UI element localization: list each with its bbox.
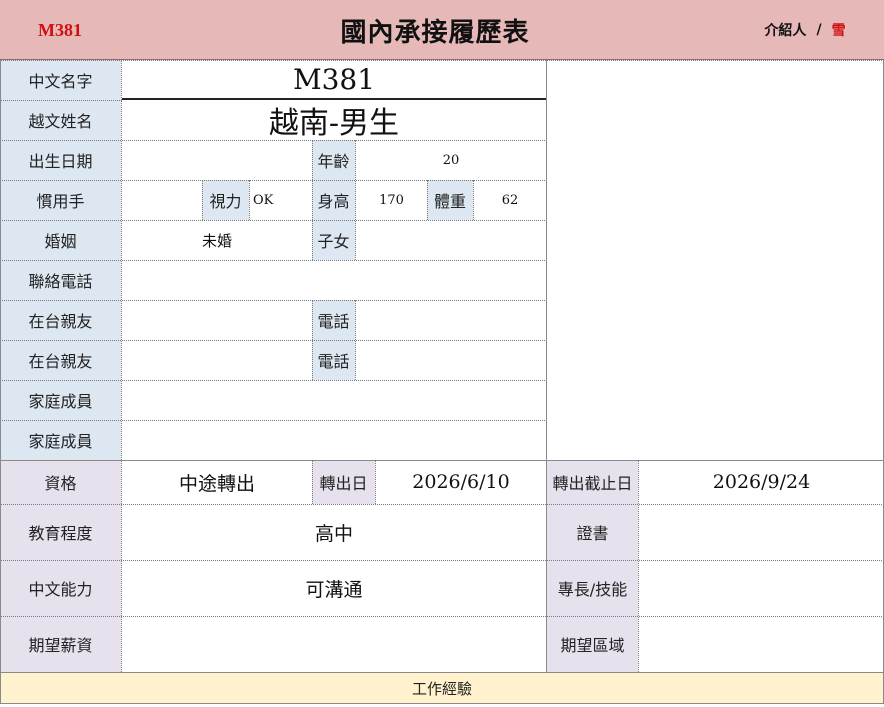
marriage-label: 婚姻 bbox=[0, 220, 121, 260]
age-label: 年齡 bbox=[312, 140, 355, 180]
grid-line bbox=[0, 220, 547, 221]
weight-value: 62 bbox=[501, 192, 519, 208]
qualification-value: 中途轉出 bbox=[178, 472, 255, 495]
grid-line bbox=[0, 460, 884, 461]
grid-line bbox=[0, 420, 547, 421]
phone-label: 聯絡電話 bbox=[0, 260, 121, 300]
chinese-name-label: 中文名字 bbox=[0, 60, 121, 100]
work-experience-header: 工作經驗 bbox=[0, 673, 884, 703]
children-label: 子女 bbox=[312, 220, 355, 260]
education-label: 教育程度 bbox=[0, 504, 121, 560]
grid-line bbox=[312, 180, 313, 260]
deadline-value: 2026/9/24 bbox=[712, 471, 811, 493]
grid-line bbox=[122, 98, 546, 100]
qualification-label: 資格 bbox=[0, 460, 121, 504]
deadline-label: 轉出截止日 bbox=[547, 460, 638, 504]
birth-label: 出生日期 bbox=[0, 140, 121, 180]
height-label: 身高 bbox=[312, 180, 355, 220]
grid-line bbox=[0, 703, 884, 704]
photo-area bbox=[547, 60, 884, 460]
introducer-label: 介紹人 bbox=[764, 23, 807, 39]
salary-value bbox=[122, 616, 546, 672]
weight-label: 體重 bbox=[427, 180, 473, 220]
chinese-name-value: M381 bbox=[292, 62, 376, 96]
relative1-phone-label: 電話 bbox=[312, 300, 355, 340]
relative2-phone-label: 電話 bbox=[312, 340, 355, 380]
grid-line bbox=[0, 300, 547, 301]
skill-value bbox=[639, 560, 884, 616]
grid-line bbox=[473, 180, 474, 220]
grid-line bbox=[0, 380, 547, 381]
region-label: 期望區域 bbox=[547, 616, 638, 672]
grid-line bbox=[0, 100, 122, 101]
grid-line bbox=[0, 560, 884, 561]
grid-line bbox=[0, 140, 547, 141]
grid-line bbox=[0, 60, 1, 704]
grid-line bbox=[202, 180, 203, 220]
language-value: 可溝通 bbox=[305, 578, 363, 601]
grid-line bbox=[0, 60, 884, 61]
relative2-label: 在台親友 bbox=[0, 340, 121, 380]
introducer-separator: / bbox=[816, 22, 822, 38]
vision-label: 視力 bbox=[202, 180, 249, 220]
cert-value bbox=[639, 504, 884, 560]
hand-value bbox=[122, 180, 202, 220]
resume-code: M381 bbox=[38, 19, 82, 40]
family2-label: 家庭成員 bbox=[0, 420, 121, 460]
grid-line bbox=[0, 340, 547, 341]
grid-line bbox=[546, 60, 547, 672]
grid-line bbox=[355, 300, 356, 380]
grid-line bbox=[312, 460, 313, 504]
marriage-value: 未婚 bbox=[201, 231, 232, 250]
grid-line bbox=[355, 140, 356, 260]
relative1-label: 在台親友 bbox=[0, 300, 121, 340]
birth-value bbox=[122, 140, 312, 180]
education-value: 高中 bbox=[314, 522, 353, 545]
grid-line bbox=[0, 260, 547, 261]
vision-value: OK bbox=[253, 192, 274, 208]
grid-line bbox=[249, 180, 250, 220]
grid-line bbox=[121, 60, 122, 672]
grid-line bbox=[427, 180, 428, 220]
region-value bbox=[639, 616, 884, 672]
introducer-name: 雪 bbox=[831, 23, 846, 39]
page-title: 國內承接履歷表 bbox=[340, 17, 530, 48]
age-value: 20 bbox=[442, 152, 460, 168]
transfer-date-value: 2026/6/10 bbox=[412, 471, 510, 493]
transfer-date-label: 轉出日 bbox=[312, 460, 375, 504]
grid-line bbox=[0, 672, 884, 673]
hand-label: 慣用手 bbox=[0, 180, 121, 220]
language-label: 中文能力 bbox=[0, 560, 121, 616]
viet-name-label: 越文姓名 bbox=[0, 100, 121, 140]
grid-line bbox=[0, 180, 547, 181]
grid-line bbox=[0, 504, 884, 505]
cert-label: 證書 bbox=[547, 504, 638, 560]
height-value: 170 bbox=[379, 192, 404, 208]
family1-label: 家庭成員 bbox=[0, 380, 121, 420]
grid-line bbox=[312, 300, 313, 380]
viet-name-value: 越南-男生 bbox=[268, 106, 400, 140]
salary-label: 期望薪資 bbox=[0, 616, 121, 672]
grid-line bbox=[375, 460, 376, 504]
skill-label: 專長/技能 bbox=[547, 560, 638, 616]
grid-line bbox=[0, 616, 884, 617]
grid-line bbox=[312, 140, 313, 180]
introducer: 介紹人 / 雪 bbox=[740, 0, 870, 60]
children-value bbox=[356, 220, 546, 260]
grid-line bbox=[638, 460, 639, 672]
